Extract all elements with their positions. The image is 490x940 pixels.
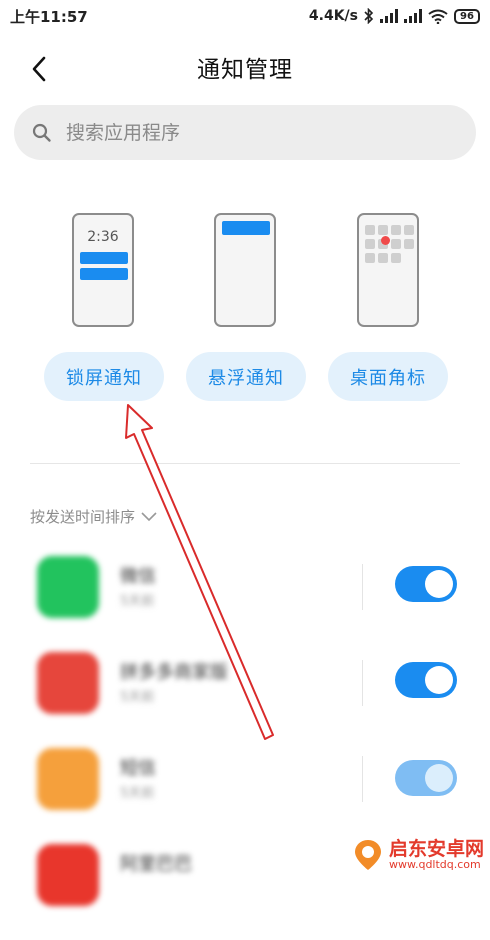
- app-row[interactable]: 拼多多商家版 5天前: [0, 652, 490, 748]
- lockscreen-notification-button[interactable]: 锁屏通知: [44, 352, 164, 401]
- badge-dot: [381, 236, 390, 245]
- page-title: 通知管理: [197, 57, 293, 83]
- app-name: 拼多多商家版: [120, 662, 228, 683]
- signal-icon: [380, 9, 398, 23]
- sort-label: 按发送时间排序: [30, 508, 136, 526]
- app-row[interactable]: 微信 5天前: [0, 556, 490, 652]
- chevron-down-icon: [141, 511, 157, 521]
- bluetooth-icon: [364, 8, 374, 24]
- sms-icon: [37, 748, 99, 810]
- search-icon: [32, 123, 51, 142]
- sort-selector[interactable]: 按发送时间排序: [30, 506, 157, 527]
- notification-toggle[interactable]: [395, 760, 457, 796]
- battery-icon: 96: [454, 8, 480, 24]
- lockscreen-preview[interactable]: 2:36: [72, 213, 134, 327]
- notification-bar: [80, 268, 128, 280]
- pinduoduo-icon: [37, 652, 99, 714]
- watermark-title: 启东安卓网: [388, 838, 484, 860]
- notification-toggle[interactable]: [395, 662, 457, 698]
- floating-notification-button[interactable]: 悬浮通知: [186, 352, 306, 401]
- app-name: 短信: [120, 758, 156, 779]
- watermark-url: www.qdltdq.com: [388, 858, 481, 871]
- status-bar: 上午11:57 4.4K/s 96: [0, 0, 490, 32]
- divider: [30, 463, 460, 464]
- badge-preview[interactable]: [357, 213, 419, 327]
- signal-icon: [404, 9, 422, 23]
- alibaba-icon: [37, 844, 99, 906]
- notification-toggle[interactable]: [395, 566, 457, 602]
- location-pin-icon: [354, 840, 381, 870]
- status-time: 上午11:57: [10, 8, 88, 26]
- app-subtitle: 5天前: [120, 690, 155, 705]
- badge-notification-button[interactable]: 桌面角标: [328, 352, 448, 401]
- wifi-icon: [428, 9, 448, 24]
- status-icons: 4.4K/s 96: [309, 6, 480, 26]
- watermark: 启东安卓网 www.qdltdq.com: [353, 838, 484, 872]
- network-speed: 4.4K/s: [308, 8, 358, 24]
- app-subtitle: 5天前: [120, 786, 155, 801]
- notification-bar: [222, 221, 270, 235]
- search-input[interactable]: [64, 120, 448, 145]
- search-bar[interactable]: [14, 105, 476, 160]
- wechat-icon: [37, 556, 99, 618]
- notification-bar: [80, 252, 128, 264]
- floating-preview[interactable]: [214, 213, 276, 327]
- app-name: 微信: [120, 566, 156, 587]
- app-row[interactable]: 短信 5天前: [0, 748, 490, 844]
- app-subtitle: 5天前: [120, 594, 155, 609]
- app-name: 阿里巴巴: [120, 854, 192, 875]
- preview-time: 2:36: [87, 229, 119, 245]
